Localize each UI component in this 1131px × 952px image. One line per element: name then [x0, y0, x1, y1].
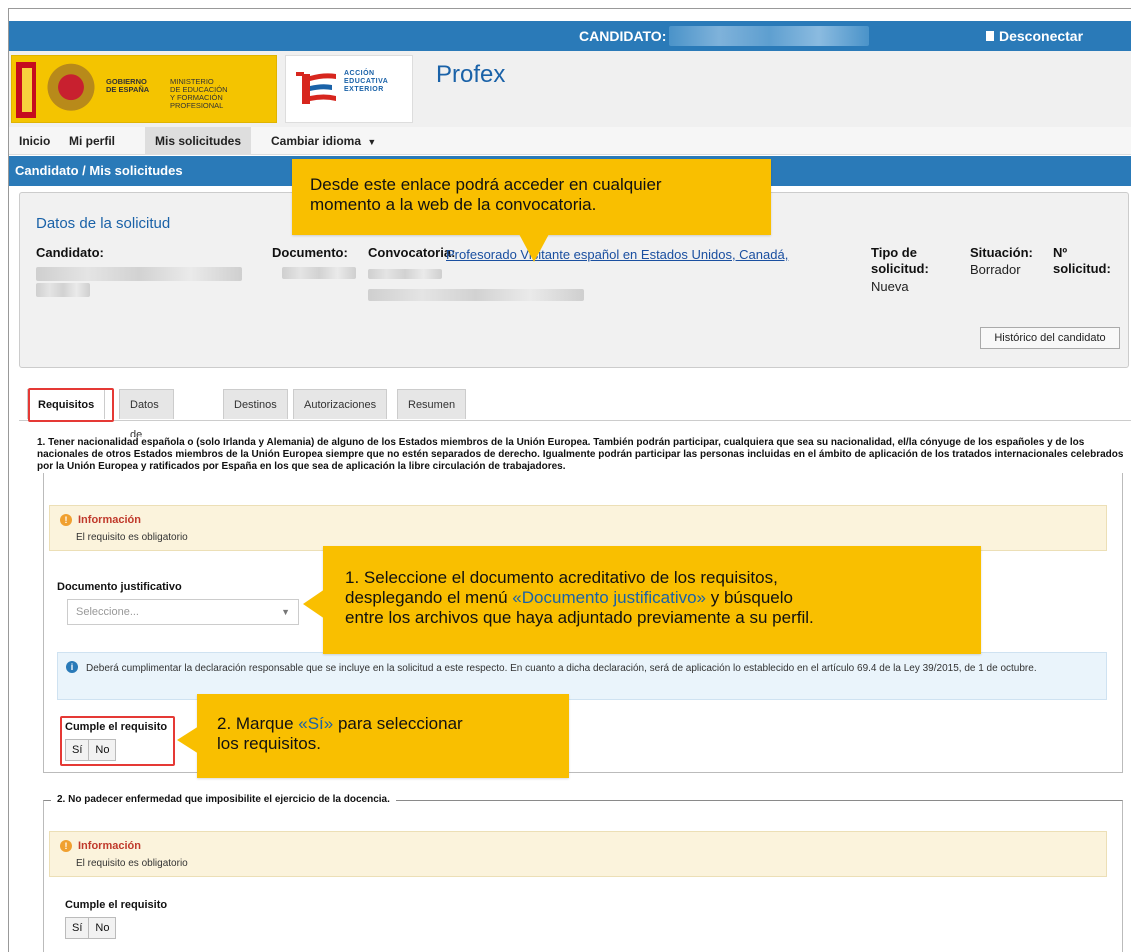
candidate-label: CANDIDATO:: [579, 28, 667, 44]
nav-item-inicio[interactable]: Inicio: [19, 127, 50, 155]
nav-item-mi-perfil[interactable]: Mi perfil: [69, 127, 115, 155]
documento-value-redacted: [282, 267, 356, 279]
declaracion-note: i Deberá cumplimentar la declaración res…: [57, 652, 1107, 700]
aee-text: ACCIÓN EDUCATIVA EXTERIOR: [344, 70, 389, 93]
no-button[interactable]: No: [89, 917, 117, 939]
app-title: Profex: [436, 61, 506, 88]
info-text: El requisito es obligatorio: [76, 532, 188, 543]
cumple-label-2: Cumple el requisito: [65, 899, 168, 911]
candidato-value-redacted: [36, 267, 242, 281]
main-nav: Inicio Mi perfil Mis solicitudes Cambiar…: [9, 127, 1131, 155]
warning-icon: !: [60, 514, 72, 526]
callout-link-pointer: [519, 234, 549, 262]
situacion-value: Borrador: [970, 262, 1021, 277]
requisito-1-info: ! Información El requisito es obligatori…: [49, 505, 1107, 551]
callout-yes-pointer: [177, 726, 199, 754]
historico-button[interactable]: Histórico del candidato: [980, 327, 1120, 349]
warning-icon: !: [60, 840, 72, 852]
convocatoria-label: Convocatoria:: [368, 245, 456, 260]
yes-button[interactable]: Sí: [65, 739, 90, 761]
aee-mark-icon: [296, 72, 336, 104]
info-title: Información: [78, 514, 141, 526]
callout-yes-tip: 2. Marque «Sí» para seleccionar los requ…: [197, 694, 569, 778]
info-text: El requisito es obligatorio: [76, 858, 188, 869]
nav-item-cambiar-idioma[interactable]: Cambiar idioma ▼: [271, 127, 376, 155]
coat-of-arms-icon: [42, 62, 100, 118]
browser-frame: CANDIDATO: Desconectar GOBIERNO DE ESPAÑ…: [8, 8, 1131, 952]
select-placeholder: Seleccione...: [76, 606, 139, 618]
callout-link-tip-text: Desde este enlace podrá acceder en cualq…: [310, 175, 662, 214]
convocatoria-link[interactable]: Profesorado Visitante español en Estados…: [446, 247, 788, 262]
tipo-label: Tipo de solicitud:: [871, 245, 929, 276]
cumple-toggle-2: Sí No: [65, 917, 117, 939]
requisito-2-info: ! Información El requisito es obligatori…: [49, 831, 1107, 877]
documento-label: Documento:: [272, 245, 348, 260]
government-text: GOBIERNO DE ESPAÑA: [106, 77, 150, 94]
cumple-toggle: Sí No: [65, 739, 117, 761]
callout-doc-tip: 1. Seleccione el documento acreditativo …: [323, 546, 981, 654]
aee-logo: ACCIÓN EDUCATIVA EXTERIOR: [285, 55, 413, 123]
logout-label: Desconectar: [999, 28, 1084, 44]
flag-icon: [16, 62, 36, 118]
ministry-text: MINISTERIO DE EDUCACIÓN Y FORMACIÓN PROF…: [170, 77, 228, 110]
nav-item-cambiar-idioma-label: Cambiar idioma: [271, 134, 362, 148]
requisito-1-info-head: ! Información: [60, 514, 141, 526]
documento-justificativo-label: Documento justificativo: [57, 581, 182, 593]
requisito-2-legend: 2. No padecer enfermedad que imposibilit…: [51, 794, 396, 806]
tab-autorizaciones[interactable]: Autorizaciones: [293, 389, 388, 419]
callout-link-tip: Desde este enlace podrá acceder en cualq…: [292, 159, 771, 235]
declaracion-note-text: Deberá cumplimentar la declaración respo…: [86, 663, 1037, 674]
nav-item-mis-solicitudes[interactable]: Mis solicitudes: [145, 127, 252, 155]
chevron-down-icon: ▼: [281, 607, 290, 617]
tab-requisitos[interactable]: Requisitos: [27, 389, 106, 419]
situacion-label: Situación:: [970, 245, 1033, 260]
logout-link[interactable]: Desconectar: [986, 28, 1083, 44]
candidato-label: Candidato:: [36, 245, 104, 260]
convocatoria-suffix-redacted: [368, 289, 584, 301]
site-header: GOBIERNO DE ESPAÑA MINISTERIO DE EDUCACI…: [9, 51, 1131, 127]
government-logo: GOBIERNO DE ESPAÑA MINISTERIO DE EDUCACI…: [11, 55, 277, 123]
cumple-label: Cumple el requisito: [65, 721, 168, 733]
numero-label: Nº solicitud:: [1053, 245, 1111, 276]
requisito-1-legend: 1. Tener nacionalidad española o (solo I…: [31, 437, 1131, 473]
tab-resumen[interactable]: Resumen: [397, 389, 467, 419]
top-bar: CANDIDATO: Desconectar: [9, 21, 1131, 51]
requisito-2-info-head: ! Información: [60, 840, 141, 852]
no-button[interactable]: No: [89, 739, 117, 761]
callout-doc-pointer: [303, 589, 325, 619]
tab-destinos[interactable]: Destinos: [223, 389, 288, 419]
callout-yes-tip-text: 2. Marque «Sí» para seleccionar los requ…: [217, 714, 463, 753]
tipo-value: Nueva: [871, 279, 909, 294]
solicitud-title: Datos de la solicitud: [36, 215, 171, 232]
convocatoria-prefix-redacted: [368, 269, 442, 279]
candidato-value-redacted-2: [36, 283, 90, 297]
yes-button[interactable]: Sí: [65, 917, 90, 939]
info-icon: i: [66, 661, 78, 673]
documento-justificativo-select[interactable]: Seleccione... ▼: [67, 599, 299, 625]
candidate-name-redacted: [669, 26, 869, 46]
tabs-divider: [19, 420, 1131, 421]
chevron-down-icon: ▼: [367, 137, 377, 147]
callout-doc-tip-text: 1. Seleccione el documento acreditativo …: [345, 568, 814, 627]
tab-datos-interes[interactable]: Datos de interés: [119, 389, 175, 471]
logout-icon: [986, 31, 994, 41]
info-title: Información: [78, 840, 141, 852]
